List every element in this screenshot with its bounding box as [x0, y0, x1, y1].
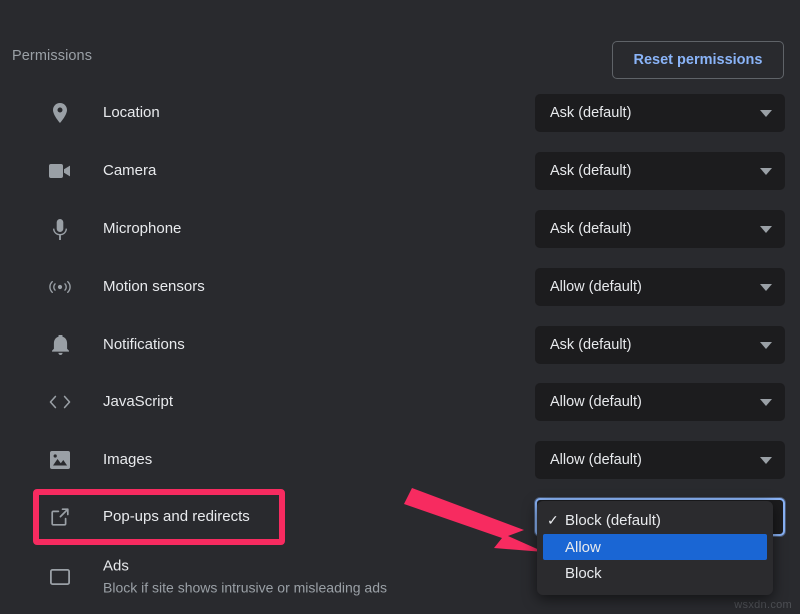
check-icon: ✓ [547, 512, 565, 529]
permission-select-value: Ask (default) [550, 105, 760, 121]
permission-select-value: Ask (default) [550, 221, 760, 237]
permission-dropdown-menu[interactable]: ✓Block (default) Allow Block [537, 501, 773, 595]
permission-labels: JavaScript [103, 392, 173, 412]
permission-labels: Notifications [103, 335, 185, 355]
permission-label: JavaScript [103, 392, 173, 412]
permission-select-value: Allow (default) [550, 452, 760, 468]
permission-select[interactable]: Allow (default) [535, 268, 785, 306]
dropdown-option-label: Allow [565, 539, 601, 556]
dropdown-option[interactable]: Block [537, 560, 773, 587]
dropdown-option-label: Block (default) [565, 512, 661, 529]
location-pin-icon [49, 102, 71, 124]
chevron-down-icon [760, 284, 772, 291]
dropdown-option[interactable]: Allow [543, 534, 767, 560]
permission-select-value: Allow (default) [550, 394, 760, 410]
microphone-icon [49, 218, 71, 240]
dropdown-option-label: Block [565, 565, 602, 582]
permission-labels: Motion sensors [103, 277, 205, 297]
reset-permissions-button[interactable]: Reset permissions [612, 41, 784, 79]
chevron-down-icon [760, 399, 772, 406]
permission-sublabel: Block if site shows intrusive or mislead… [103, 578, 387, 598]
permission-label: Notifications [103, 335, 185, 355]
permission-select[interactable]: Ask (default) [535, 210, 785, 248]
permission-labels: Camera [103, 161, 156, 181]
permission-label: Camera [103, 161, 156, 181]
video-camera-icon [49, 160, 71, 182]
motion-sensor-icon [49, 276, 71, 298]
permission-labels: Pop-ups and redirects [103, 507, 250, 527]
permissions-page: Permissions Reset permissions Location Ca… [0, 0, 800, 614]
permission-select[interactable]: Allow (default) [535, 383, 785, 421]
permission-label: Location [103, 103, 160, 123]
permission-label: Microphone [103, 219, 181, 239]
permission-select[interactable]: Ask (default) [535, 326, 785, 364]
chevron-down-icon [760, 457, 772, 464]
permission-select-value: Ask (default) [550, 163, 760, 179]
permission-labels: Images [103, 450, 152, 470]
permission-labels: AdsBlock if site shows intrusive or misl… [103, 557, 387, 598]
code-brackets-icon [49, 391, 71, 413]
permission-labels: Microphone [103, 219, 181, 239]
ad-box-icon [49, 566, 71, 588]
dropdown-option[interactable]: ✓Block (default) [537, 507, 773, 534]
external-link-icon [49, 506, 71, 528]
permission-labels: Location [103, 103, 160, 123]
permission-label: Images [103, 450, 152, 470]
chevron-down-icon [760, 342, 772, 349]
permission-select[interactable]: Allow (default) [535, 441, 785, 479]
watermark: wsxdn.com [734, 599, 792, 611]
permission-select-value: Allow (default) [550, 279, 760, 295]
permission-select[interactable]: Ask (default) [535, 152, 785, 190]
permission-label: Ads [103, 557, 387, 577]
chevron-down-icon [760, 226, 772, 233]
chevron-down-icon [760, 110, 772, 117]
permission-select-value: Ask (default) [550, 337, 760, 353]
permission-select[interactable]: Ask (default) [535, 94, 785, 132]
bell-icon [49, 334, 71, 356]
permission-label: Pop-ups and redirects [103, 507, 250, 527]
image-icon [49, 449, 71, 471]
permission-label: Motion sensors [103, 277, 205, 297]
page-title: Permissions [12, 48, 92, 64]
chevron-down-icon [760, 168, 772, 175]
